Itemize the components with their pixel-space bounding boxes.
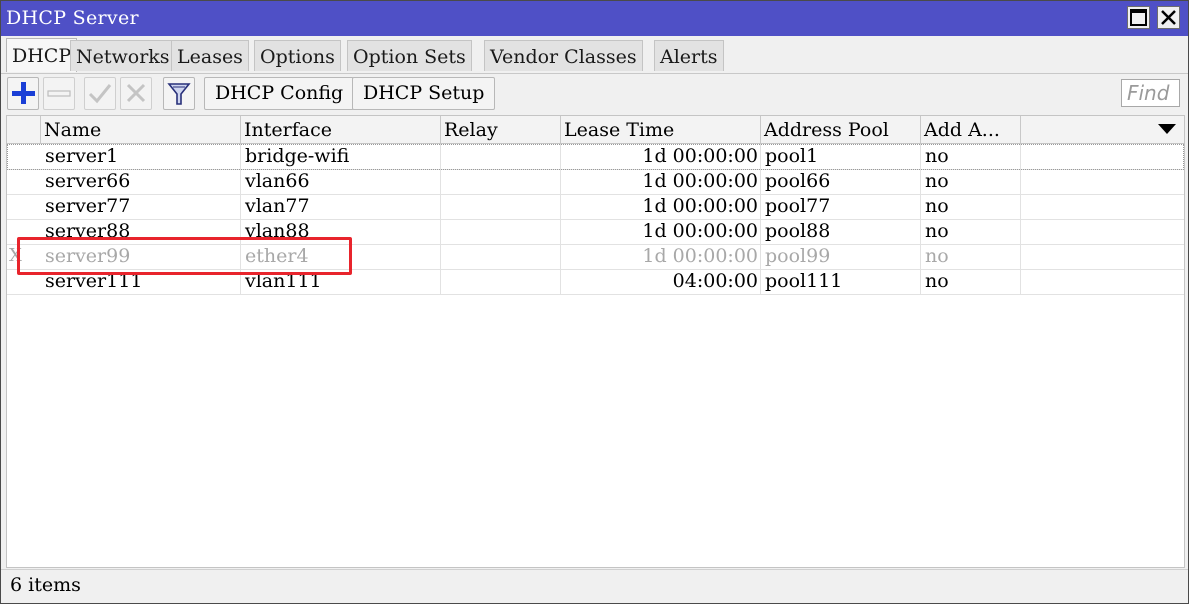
toolbar: DHCP Config DHCP Setup Find bbox=[1, 74, 1188, 114]
check-icon bbox=[88, 84, 112, 104]
remove-button[interactable] bbox=[43, 77, 75, 110]
cell-relay bbox=[441, 244, 561, 269]
cell-add-arp: no bbox=[921, 144, 1021, 169]
servers-table: Name /\ Interface Relay Lease Time Addre… bbox=[6, 115, 1185, 568]
cell-relay bbox=[441, 144, 561, 169]
tab-options[interactable]: Options bbox=[254, 40, 341, 71]
tab-alerts[interactable]: Alerts bbox=[654, 40, 724, 71]
cell-interface: vlan66 bbox=[241, 169, 441, 194]
dhcp-setup-button[interactable]: DHCP Setup bbox=[352, 77, 496, 110]
cell-lease-time: 1d 00:00:00 bbox=[561, 169, 761, 194]
cell-name: server77 bbox=[41, 194, 241, 219]
cell-add-arp: no bbox=[921, 244, 1021, 269]
cell-lease-time: 1d 00:00:00 bbox=[561, 244, 761, 269]
cell-lease-time: 1d 00:00:00 bbox=[561, 219, 761, 244]
add-button[interactable] bbox=[7, 77, 39, 110]
cell-address-pool: pool111 bbox=[761, 269, 921, 294]
tab-option-sets[interactable]: Option Sets bbox=[347, 40, 472, 71]
table-row[interactable]: server77 vlan77 1d 00:00:00 pool77 no bbox=[7, 194, 1184, 220]
tab-vendor-classes[interactable]: Vendor Classes bbox=[484, 40, 643, 71]
cell-relay bbox=[441, 219, 561, 244]
maximize-button[interactable] bbox=[1127, 6, 1150, 29]
tab-bar: DHCP Networks Leases Options Option Sets… bbox=[1, 37, 1188, 74]
cell-name: server1 bbox=[41, 144, 241, 169]
tab-leases[interactable]: Leases bbox=[171, 40, 249, 71]
table-row[interactable]: server66 vlan66 1d 00:00:00 pool66 no bbox=[7, 169, 1184, 195]
cell-address-pool: pool66 bbox=[761, 169, 921, 194]
cell-interface: bridge-wifi bbox=[241, 144, 441, 169]
column-header-relay[interactable]: Relay bbox=[441, 116, 561, 143]
maximize-icon bbox=[1130, 9, 1147, 26]
dhcp-config-button[interactable]: DHCP Config bbox=[204, 77, 355, 110]
tab-dhcp[interactable]: DHCP bbox=[6, 38, 78, 72]
status-bar: 6 items bbox=[1, 569, 1188, 603]
cell-address-pool: pool77 bbox=[761, 194, 921, 219]
title-bar[interactable]: DHCP Server bbox=[1, 1, 1188, 36]
cell-name: server66 bbox=[41, 169, 241, 194]
cell-interface: vlan77 bbox=[241, 194, 441, 219]
item-count: 6 items bbox=[10, 574, 81, 596]
cell-relay bbox=[441, 169, 561, 194]
cell-add-arp: no bbox=[921, 194, 1021, 219]
cell-add-arp: no bbox=[921, 269, 1021, 294]
flag-column-header[interactable] bbox=[7, 116, 41, 143]
column-header-address-pool[interactable]: Address Pool bbox=[761, 116, 921, 143]
cell-address-pool: pool88 bbox=[761, 219, 921, 244]
cell-lease-time: 04:00:00 bbox=[561, 269, 761, 294]
disable-button[interactable] bbox=[120, 77, 152, 110]
dhcp-server-window: DHCP Server DHCP Networks Leases Options… bbox=[0, 0, 1189, 604]
cell-address-pool: pool99 bbox=[761, 244, 921, 269]
close-button[interactable] bbox=[1157, 6, 1180, 29]
column-menu-icon[interactable] bbox=[1157, 123, 1177, 135]
window-title: DHCP Server bbox=[6, 7, 139, 29]
cell-lease-time: 1d 00:00:00 bbox=[561, 194, 761, 219]
cell-relay bbox=[441, 269, 561, 294]
column-header-add-arp[interactable]: Add A... bbox=[921, 116, 1021, 143]
cell-lease-time: 1d 00:00:00 bbox=[561, 144, 761, 169]
table-header: Name /\ Interface Relay Lease Time Addre… bbox=[7, 116, 1184, 144]
column-header-interface[interactable]: Interface bbox=[241, 116, 441, 143]
find-input[interactable]: Find bbox=[1121, 79, 1180, 107]
cross-icon bbox=[126, 83, 146, 103]
column-header-label: Name bbox=[44, 119, 102, 141]
cell-add-arp: no bbox=[921, 219, 1021, 244]
tab-networks[interactable]: Networks bbox=[70, 40, 176, 71]
enable-button[interactable] bbox=[84, 77, 116, 110]
minus-icon bbox=[47, 90, 71, 97]
plus-icon bbox=[12, 82, 35, 104]
table-row[interactable]: server1 bridge-wifi 1d 00:00:00 pool1 no bbox=[7, 144, 1184, 170]
cell-relay bbox=[441, 194, 561, 219]
close-icon bbox=[1161, 10, 1176, 25]
cell-address-pool: pool1 bbox=[761, 144, 921, 169]
filter-button[interactable] bbox=[163, 77, 195, 110]
highlight-box bbox=[17, 237, 352, 275]
cell-add-arp: no bbox=[921, 169, 1021, 194]
filter-icon bbox=[167, 83, 191, 105]
column-header-name[interactable]: Name /\ bbox=[41, 116, 241, 143]
column-header-lease-time[interactable]: Lease Time bbox=[561, 116, 761, 143]
